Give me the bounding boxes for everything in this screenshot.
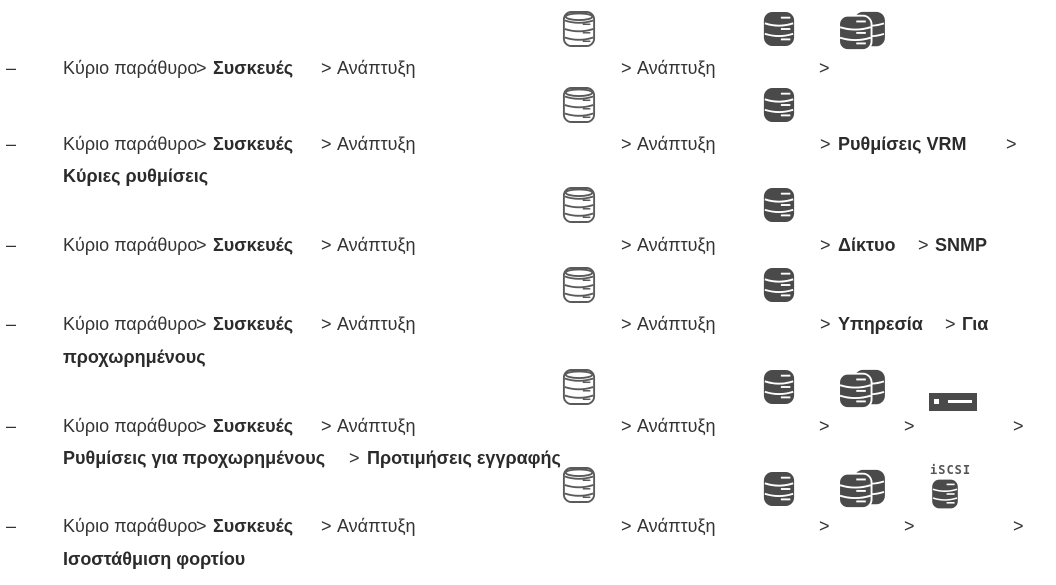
- separator: >: [621, 416, 632, 436]
- devices-text: Συσκευές: [213, 134, 294, 154]
- devices-text: Συσκευές: [213, 235, 294, 255]
- vrm-outline-server-icon: [562, 186, 596, 224]
- expand-text: Ανάπτυξη: [637, 416, 716, 436]
- separator: >: [1006, 134, 1017, 154]
- expand-text: Ανάπτυξη: [637, 516, 716, 536]
- devices-text: Συσκευές: [213, 416, 294, 436]
- main-window-text: Κύριο παράθυρο: [63, 516, 198, 536]
- iscsi-label: iSCSI: [930, 463, 972, 477]
- separator: >: [321, 235, 332, 255]
- separator: >: [196, 58, 207, 78]
- separator: >: [945, 314, 956, 334]
- separator: >: [820, 235, 831, 255]
- expand-text: Ανάπτυξη: [637, 314, 716, 334]
- separator: >: [621, 314, 632, 334]
- separator: >: [819, 516, 830, 536]
- list-dash: –: [6, 416, 17, 436]
- separator: >: [621, 134, 632, 154]
- for-text: Για: [962, 314, 989, 334]
- pool-server-icon: [837, 468, 887, 510]
- separator: >: [321, 516, 332, 536]
- list-dash: –: [6, 235, 17, 255]
- main-settings-text: Κύριες ρυθμίσεις: [63, 166, 209, 186]
- expand-text: Ανάπτυξη: [637, 134, 716, 154]
- separator: >: [321, 314, 332, 334]
- separator: >: [196, 516, 207, 536]
- list-dash: –: [6, 58, 17, 78]
- load-balancing-text: Ισοστάθμιση φορτίου: [63, 549, 246, 569]
- vrm-server-icon: [762, 86, 796, 124]
- separator: >: [1013, 516, 1024, 536]
- separator: >: [621, 58, 632, 78]
- devices-text: Συσκευές: [213, 58, 294, 78]
- devices-text: Συσκευές: [213, 314, 294, 334]
- expand-text: Ανάπτυξη: [337, 516, 416, 536]
- service-text: Υπηρεσία: [838, 314, 923, 334]
- vrm-outline-server-icon: [562, 86, 596, 124]
- main-window-text: Κύριο παράθυρο: [63, 235, 198, 255]
- separator: >: [819, 58, 830, 78]
- separator: >: [820, 314, 831, 334]
- separator: >: [621, 516, 632, 536]
- separator: >: [196, 235, 207, 255]
- vrm-server-icon: [762, 266, 796, 304]
- vrm-outline-server-icon: [562, 10, 596, 48]
- expand-text: Ανάπτυξη: [337, 58, 416, 78]
- pool-server-icon: [837, 10, 887, 52]
- expand-text: Ανάπτυξη: [337, 134, 416, 154]
- devices-text: Συσκευές: [213, 516, 294, 536]
- separator: >: [820, 134, 831, 154]
- separator: >: [904, 516, 915, 536]
- separator: >: [321, 134, 332, 154]
- separator: >: [321, 58, 332, 78]
- separator: >: [349, 448, 360, 468]
- network-text: Δίκτυο: [838, 235, 896, 255]
- separator: >: [904, 416, 915, 436]
- main-window-text: Κύριο παράθυρο: [63, 314, 198, 334]
- expand-text: Ανάπτυξη: [637, 235, 716, 255]
- separator: >: [196, 314, 207, 334]
- list-dash: –: [6, 516, 17, 536]
- advanced-text: προχωρημένους: [63, 347, 206, 367]
- separator: >: [196, 416, 207, 436]
- snmp-text: SNMP: [935, 235, 988, 255]
- vrm-settings-text: Ρυθμίσεις VRM: [838, 134, 967, 154]
- recording-prefs-text: Προτιμήσεις εγγραφής: [367, 448, 561, 468]
- separator: >: [321, 416, 332, 436]
- vrm-server-icon: [762, 186, 796, 224]
- pool-server-icon: [837, 368, 887, 410]
- expand-text: Ανάπτυξη: [637, 58, 716, 78]
- separator: >: [819, 416, 830, 436]
- advanced-settings-text: Ρυθμίσεις για προχωρημένους: [63, 448, 326, 468]
- main-window-text: Κύριο παράθυρο: [63, 58, 198, 78]
- vrm-server-icon: [762, 470, 796, 508]
- storage-device-icon: [928, 392, 978, 412]
- vrm-outline-server-icon: [562, 368, 596, 406]
- vrm-server-icon: [762, 368, 796, 406]
- separator: >: [196, 134, 207, 154]
- expand-text: Ανάπτυξη: [337, 416, 416, 436]
- separator: >: [918, 235, 929, 255]
- main-window-text: Κύριο παράθυρο: [63, 134, 198, 154]
- iscsi-device-icon: [928, 478, 962, 510]
- separator: >: [621, 235, 632, 255]
- vrm-outline-server-icon: [562, 266, 596, 304]
- separator: >: [1013, 416, 1024, 436]
- expand-text: Ανάπτυξη: [337, 235, 416, 255]
- list-dash: –: [6, 314, 17, 334]
- vrm-outline-server-icon: [562, 466, 596, 504]
- list-dash: –: [6, 134, 17, 154]
- vrm-server-icon: [762, 10, 796, 48]
- main-window-text: Κύριο παράθυρο: [63, 416, 198, 436]
- expand-text: Ανάπτυξη: [337, 314, 416, 334]
